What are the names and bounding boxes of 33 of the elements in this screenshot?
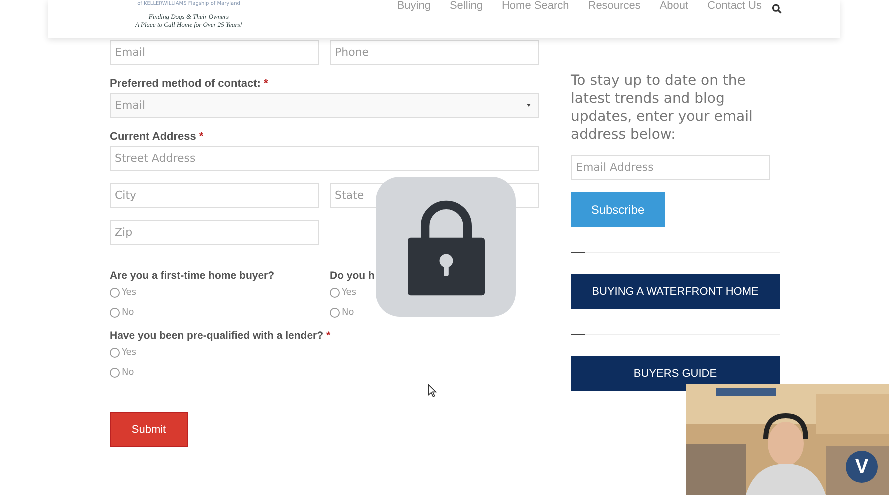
question-label: Are you a first-time home buyer? [110,270,275,282]
required-mark: * [199,131,204,143]
nav-link[interactable]: Buying [397,0,431,13]
cursor-icon [428,384,437,398]
radio-option[interactable]: Yes [110,343,319,363]
newsletter-text: To stay up to date on the latest trends and blog updates, enter your email address below: [571,72,754,144]
question-label: Do you h [330,270,375,282]
caret-icon [527,104,531,107]
nav-link[interactable]: Home Search [502,0,570,13]
contact-method-dropdown[interactable]: Email [110,93,539,118]
nav-link[interactable]: Resources [588,0,641,13]
question-label: Have you been pre-qualified with a lender? [110,330,324,342]
radio-option[interactable]: Yes [110,283,319,303]
city-field[interactable]: City [110,183,319,208]
nav-link[interactable]: About [660,0,689,13]
required-mark: * [264,78,268,90]
email-field[interactable]: Email Address [571,155,770,180]
nav-link[interactable]: Contact Us [708,0,762,13]
radio-option[interactable]: No [110,303,319,323]
nav-link[interactable]: Selling [450,0,483,13]
text-field[interactable]: Phone [330,40,539,65]
link-button[interactable]: BUYERS GUIDE [571,356,780,391]
subscribe-button[interactable]: Subscribe [571,192,665,227]
required-mark: * [326,330,331,342]
field-label: Current Address [110,131,196,143]
zip-field[interactable]: Zip [110,220,319,245]
field-label: Preferred method of contact: [110,78,261,90]
link-button[interactable]: BUYING A WATERFRONT HOME [571,274,780,309]
radio-option[interactable]: No [110,363,319,383]
text-field[interactable]: Email [110,40,319,65]
search-icon[interactable] [772,4,782,14]
street-field[interactable]: Street Address [110,146,539,171]
submit-button[interactable]: Submit [110,412,188,447]
